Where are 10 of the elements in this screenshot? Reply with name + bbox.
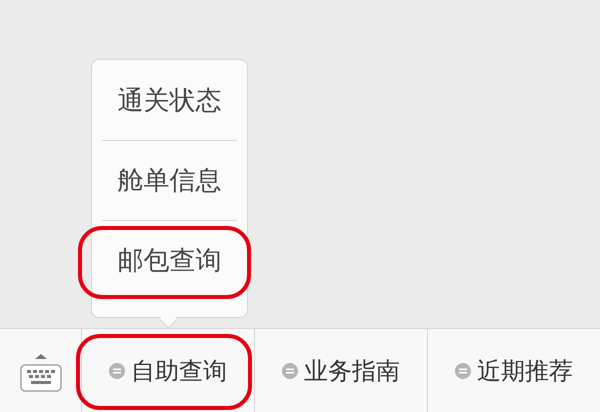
menu-tab[interactable]: 业务指南 bbox=[255, 329, 428, 412]
submenu-icon bbox=[109, 362, 125, 378]
submenu-icon bbox=[455, 362, 471, 378]
menu-item[interactable]: 通关状态 bbox=[92, 60, 247, 140]
menu-item[interactable]: 邮包查询 bbox=[92, 220, 247, 300]
menu-tab[interactable]: 自助查询 bbox=[82, 329, 255, 412]
submenu-icon bbox=[282, 362, 298, 378]
keyboard-icon[interactable] bbox=[20, 352, 62, 392]
menu-item[interactable]: 舱单信息 bbox=[92, 140, 247, 220]
menu-tab[interactable]: 近期推荐 bbox=[428, 329, 600, 412]
